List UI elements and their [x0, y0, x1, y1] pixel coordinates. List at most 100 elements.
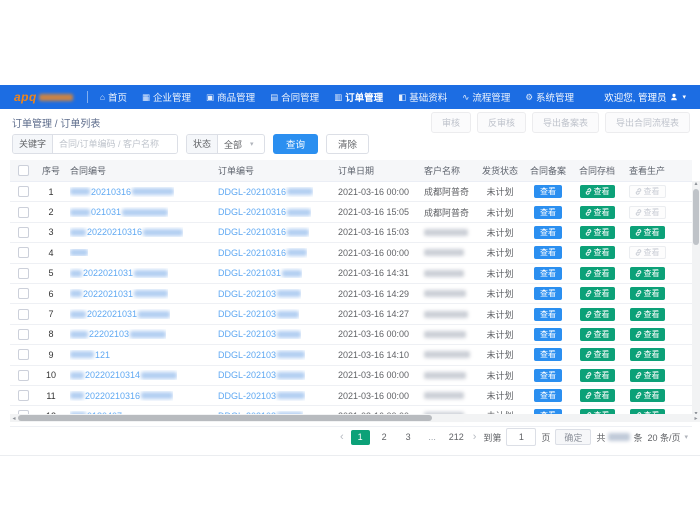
scroll-up-icon[interactable]: ▴ — [694, 181, 697, 188]
view-production-button[interactable]: 查看 — [630, 369, 665, 382]
view-archive-button[interactable]: 查看 — [580, 246, 615, 259]
page-button[interactable]: 1 — [351, 430, 370, 445]
view-record-button[interactable]: 查看 — [534, 328, 562, 341]
nav-item-product[interactable]: ▣商品管理 — [206, 90, 255, 104]
contract-link[interactable]: 20220210316 — [70, 227, 183, 237]
view-record-button[interactable]: 查看 — [534, 389, 562, 402]
view-production-button[interactable]: 查看 — [630, 389, 665, 402]
view-archive-button[interactable]: 查看 — [580, 267, 615, 280]
view-record-button[interactable]: 查看 — [534, 369, 562, 382]
row-checkbox[interactable] — [18, 329, 29, 340]
view-record-button[interactable]: 查看 — [534, 308, 562, 321]
contract-link[interactable]: 20210316 — [70, 187, 174, 197]
view-production-button[interactable]: 查看 — [630, 226, 665, 239]
clear-button[interactable]: 清除 — [326, 134, 369, 154]
order-link[interactable]: DDGL-2021031 — [218, 268, 302, 278]
scroll-right-icon[interactable]: ▸ — [692, 415, 700, 422]
view-record-button[interactable]: 查看 — [534, 287, 562, 300]
nav-item-basic-data[interactable]: ◧基础资料 — [398, 90, 447, 104]
scroll-left-icon[interactable]: ◂ — [10, 415, 18, 422]
contract-link[interactable] — [70, 249, 88, 256]
order-link[interactable]: DDGL-202103 — [218, 289, 301, 299]
order-link[interactable]: DDGL-20210316 — [218, 207, 311, 217]
keyword-input[interactable] — [53, 135, 177, 153]
row-checkbox[interactable] — [18, 390, 29, 401]
horizontal-scroll-thumb[interactable] — [18, 415, 432, 421]
view-archive-button[interactable]: 查看 — [580, 348, 615, 361]
page-button[interactable]: 3 — [399, 430, 418, 445]
user-menu[interactable]: 欢迎您, 管理员 ▾ — [604, 90, 686, 104]
confirm-jump-button[interactable]: 确定 — [555, 429, 591, 445]
order-link[interactable]: DDGL-202103 — [218, 350, 305, 360]
view-record-button[interactable]: 查看 — [534, 267, 562, 280]
view-production-button[interactable]: 查看 — [630, 267, 665, 280]
status-select[interactable]: 全部 ▾ — [218, 135, 264, 153]
contract-link[interactable]: 2022021031 — [70, 268, 168, 278]
view-archive-button[interactable]: 查看 — [580, 369, 615, 382]
app-logo[interactable]: apq — [14, 90, 73, 104]
nav-item-process[interactable]: ∿流程管理 — [462, 90, 510, 104]
search-button[interactable]: 查询 — [273, 134, 318, 154]
row-checkbox[interactable] — [18, 227, 29, 238]
row-checkbox[interactable] — [18, 186, 29, 197]
view-archive-button[interactable]: 查看 — [580, 287, 615, 300]
view-archive-button[interactable]: 查看 — [580, 328, 615, 341]
customer-redacted — [424, 392, 464, 399]
view-record-button[interactable]: 查看 — [534, 246, 562, 259]
next-page-button[interactable]: › — [471, 430, 479, 444]
page-button[interactable]: 212 — [447, 430, 466, 445]
nav-item-home[interactable]: ⌂首页 — [100, 90, 127, 104]
view-record-button[interactable]: 查看 — [534, 348, 562, 361]
row-checkbox[interactable] — [18, 370, 29, 381]
select-all-checkbox[interactable] — [18, 165, 29, 176]
audit-button[interactable]: 审核 — [431, 112, 471, 133]
jump-page-input[interactable] — [506, 428, 536, 446]
export-record-button[interactable]: 导出备案表 — [532, 112, 599, 133]
order-link[interactable]: DDGL-20210316 — [218, 248, 307, 258]
view-production-button[interactable]: 查看 — [630, 328, 665, 341]
order-link[interactable]: DDGL-202103 — [218, 370, 305, 380]
order-link[interactable]: DDGL-202103 — [218, 309, 299, 319]
order-link[interactable]: DDGL-202103 — [218, 391, 305, 401]
nav-item-contract[interactable]: ▤合同管理 — [270, 90, 319, 104]
row-checkbox[interactable] — [18, 349, 29, 360]
page-size-select[interactable]: 20 条/页▾ — [647, 431, 688, 444]
view-record-button[interactable]: 查看 — [534, 185, 562, 198]
horizontal-scrollbar[interactable]: ◂ ▸ — [10, 414, 700, 422]
view-archive-button[interactable]: 查看 — [580, 226, 615, 239]
contract-link[interactable]: 20220210314 — [70, 370, 177, 380]
view-production-button[interactable]: 查看 — [630, 308, 665, 321]
contract-link[interactable]: 021031 — [70, 207, 168, 217]
row-checkbox[interactable] — [18, 207, 29, 218]
order-link[interactable]: DDGL-202103 — [218, 329, 301, 339]
contract-link[interactable]: 2022021031 — [70, 289, 168, 299]
nav-item-enterprise[interactable]: ▦企业管理 — [142, 90, 191, 104]
page-button[interactable]: 2 — [375, 430, 394, 445]
nav-item-system[interactable]: ⚙系统管理 — [525, 90, 574, 104]
vertical-scroll-thumb[interactable] — [693, 189, 699, 245]
view-record-button[interactable]: 查看 — [534, 226, 562, 239]
export-contract-flow-button[interactable]: 导出合同流程表 — [605, 112, 690, 133]
prev-page-button[interactable]: ‹ — [338, 430, 346, 444]
contract-link[interactable]: 2022021031 — [70, 309, 170, 319]
reverse-audit-button[interactable]: 反审核 — [477, 112, 526, 133]
view-record-button[interactable]: 查看 — [534, 206, 562, 219]
view-production-button[interactable]: 查看 — [630, 287, 665, 300]
order-link[interactable]: DDGL-20210316 — [218, 227, 309, 237]
row-checkbox[interactable] — [18, 309, 29, 320]
view-archive-button[interactable]: 查看 — [580, 185, 615, 198]
order-link[interactable]: DDGL-20210316 — [218, 187, 313, 197]
row-checkbox[interactable] — [18, 268, 29, 279]
view-production-button[interactable]: 查看 — [630, 348, 665, 361]
contract-link[interactable]: 20220210316 — [70, 391, 173, 401]
view-archive-button[interactable]: 查看 — [580, 206, 615, 219]
view-archive-button[interactable]: 查看 — [580, 389, 615, 402]
contract-link[interactable]: 121 — [70, 350, 110, 360]
contract-link[interactable]: 22202103 — [70, 329, 166, 339]
row-checkbox-cell — [10, 304, 36, 323]
row-checkbox[interactable] — [18, 288, 29, 299]
nav-item-order[interactable]: ▥订单管理 — [334, 90, 383, 104]
vertical-scrollbar[interactable]: ▴ ▾ — [692, 181, 700, 418]
view-archive-button[interactable]: 查看 — [580, 308, 615, 321]
row-checkbox[interactable] — [18, 247, 29, 258]
